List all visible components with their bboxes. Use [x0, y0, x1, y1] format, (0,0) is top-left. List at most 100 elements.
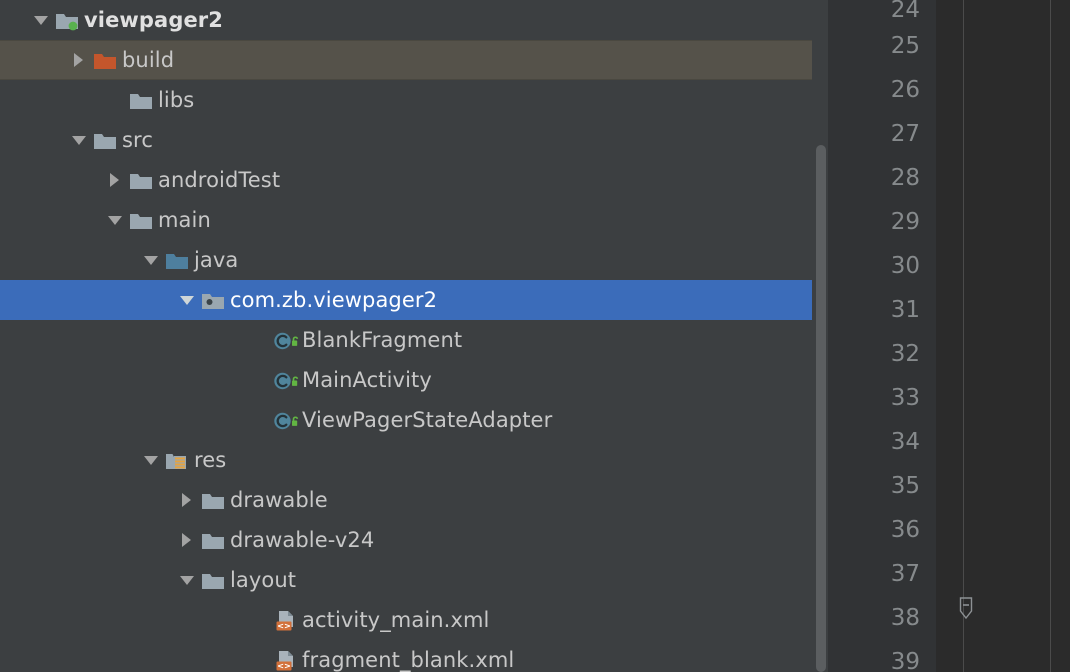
tree-row-label: ViewPagerStateAdapter [302, 408, 553, 432]
chevron-right-icon[interactable] [176, 480, 198, 520]
chevron-down-icon[interactable] [104, 200, 126, 240]
chevron-down-icon[interactable] [176, 560, 198, 600]
tree-row-label: com.zb.viewpager2 [230, 288, 438, 312]
tree-row[interactable]: MainActivity [0, 360, 812, 400]
java-class-icon [270, 320, 300, 360]
line-number: 36 [890, 517, 920, 543]
folder-grey-icon [198, 520, 228, 560]
svg-text:<>: <> [277, 661, 291, 671]
chevron-down-icon[interactable] [30, 0, 52, 40]
editor-gutter[interactable]: 24 25 26 27 28 29 30 31 32 33 34 35 36 37 38 39 [828, 0, 936, 672]
line-number: 24 [890, 0, 920, 23]
tree-row-label: main [158, 208, 211, 232]
module-folder-icon [52, 0, 82, 40]
line-number: 28 [890, 165, 920, 191]
tree-row-label: MainActivity [302, 368, 432, 392]
folder-grey-icon [90, 120, 120, 160]
no-arrow-spacer [248, 320, 270, 360]
chevron-down-icon[interactable] [68, 120, 90, 160]
line-number: 29 [890, 209, 920, 235]
tree-row[interactable]: drawable [0, 480, 812, 520]
line-number: 25 [890, 33, 920, 59]
res-folder-icon [162, 440, 192, 480]
xml-file-icon: <> [270, 640, 300, 672]
code-editor[interactable]: 24 25 26 27 28 29 30 31 32 33 34 35 36 37 38 39 [828, 0, 1070, 672]
tree-row[interactable]: ViewPagerStateAdapter [0, 400, 812, 440]
tree-row[interactable]: build [0, 40, 812, 80]
tree-row-label: drawable [230, 488, 328, 512]
folder-grey-icon [198, 560, 228, 600]
chevron-right-icon[interactable] [104, 160, 126, 200]
package-folder-icon [198, 280, 228, 320]
java-class-icon [270, 360, 300, 400]
tree-row[interactable]: res [0, 440, 812, 480]
line-number: 33 [890, 385, 920, 411]
folder-grey-icon [198, 480, 228, 520]
tree-row[interactable]: main [0, 200, 812, 240]
tree-row-label: src [122, 128, 153, 152]
folder-grey-icon [126, 200, 156, 240]
tree-row[interactable]: <> fragment_blank.xml [0, 640, 812, 672]
tree-row[interactable]: drawable-v24 [0, 520, 812, 560]
line-number: 30 [890, 253, 920, 279]
line-number: 34 [890, 429, 920, 455]
code-fold-collapse-marker[interactable] [955, 597, 977, 623]
line-number: 32 [890, 341, 920, 367]
folder-orange-icon [90, 40, 120, 80]
indent-guide [1050, 0, 1051, 672]
line-number: 38 [890, 605, 920, 631]
chevron-down-icon[interactable] [176, 280, 198, 320]
tree-row[interactable]: viewpager2 [0, 0, 812, 40]
tree-row-label: fragment_blank.xml [302, 648, 515, 672]
line-number: 31 [890, 297, 920, 323]
chevron-right-icon[interactable] [176, 520, 198, 560]
folder-grey-icon [126, 160, 156, 200]
tree-row[interactable]: <> activity_main.xml [0, 600, 812, 640]
android-studio-window: viewpager2 build libs src androidTest main jav… [0, 0, 1070, 672]
tree-row-label: BlankFragment [302, 328, 463, 352]
tree-row-label: layout [230, 568, 297, 592]
scrollbar-thumb[interactable] [816, 145, 826, 672]
no-arrow-spacer [248, 600, 270, 640]
project-tree-panel[interactable]: viewpager2 build libs src androidTest main jav… [0, 0, 812, 672]
java-class-icon [270, 400, 300, 440]
tree-row[interactable]: BlankFragment [0, 320, 812, 360]
tree-row-label: res [194, 448, 227, 472]
tree-row[interactable]: libs [0, 80, 812, 120]
indent-guide [963, 0, 964, 672]
line-number: 27 [890, 121, 920, 147]
tree-row-label: libs [158, 88, 195, 112]
line-number: 26 [890, 77, 920, 103]
line-number: 37 [890, 561, 920, 587]
tree-row-label: activity_main.xml [302, 608, 490, 632]
tree-row[interactable]: java [0, 240, 812, 280]
chevron-down-icon[interactable] [140, 440, 162, 480]
chevron-down-icon[interactable] [140, 240, 162, 280]
tree-vertical-scrollbar[interactable] [812, 0, 828, 672]
tree-row[interactable]: layout [0, 560, 812, 600]
code-text-area[interactable] [936, 0, 1070, 672]
no-arrow-spacer [248, 400, 270, 440]
chevron-right-icon[interactable] [68, 40, 90, 80]
tree-row[interactable]: com.zb.viewpager2 [0, 280, 812, 320]
tree-row[interactable]: androidTest [0, 160, 812, 200]
tree-row[interactable]: src [0, 120, 812, 160]
line-number: 39 [890, 649, 920, 672]
folder-grey-icon [126, 80, 156, 120]
source-root-folder-icon [162, 240, 192, 280]
xml-file-icon: <> [270, 600, 300, 640]
